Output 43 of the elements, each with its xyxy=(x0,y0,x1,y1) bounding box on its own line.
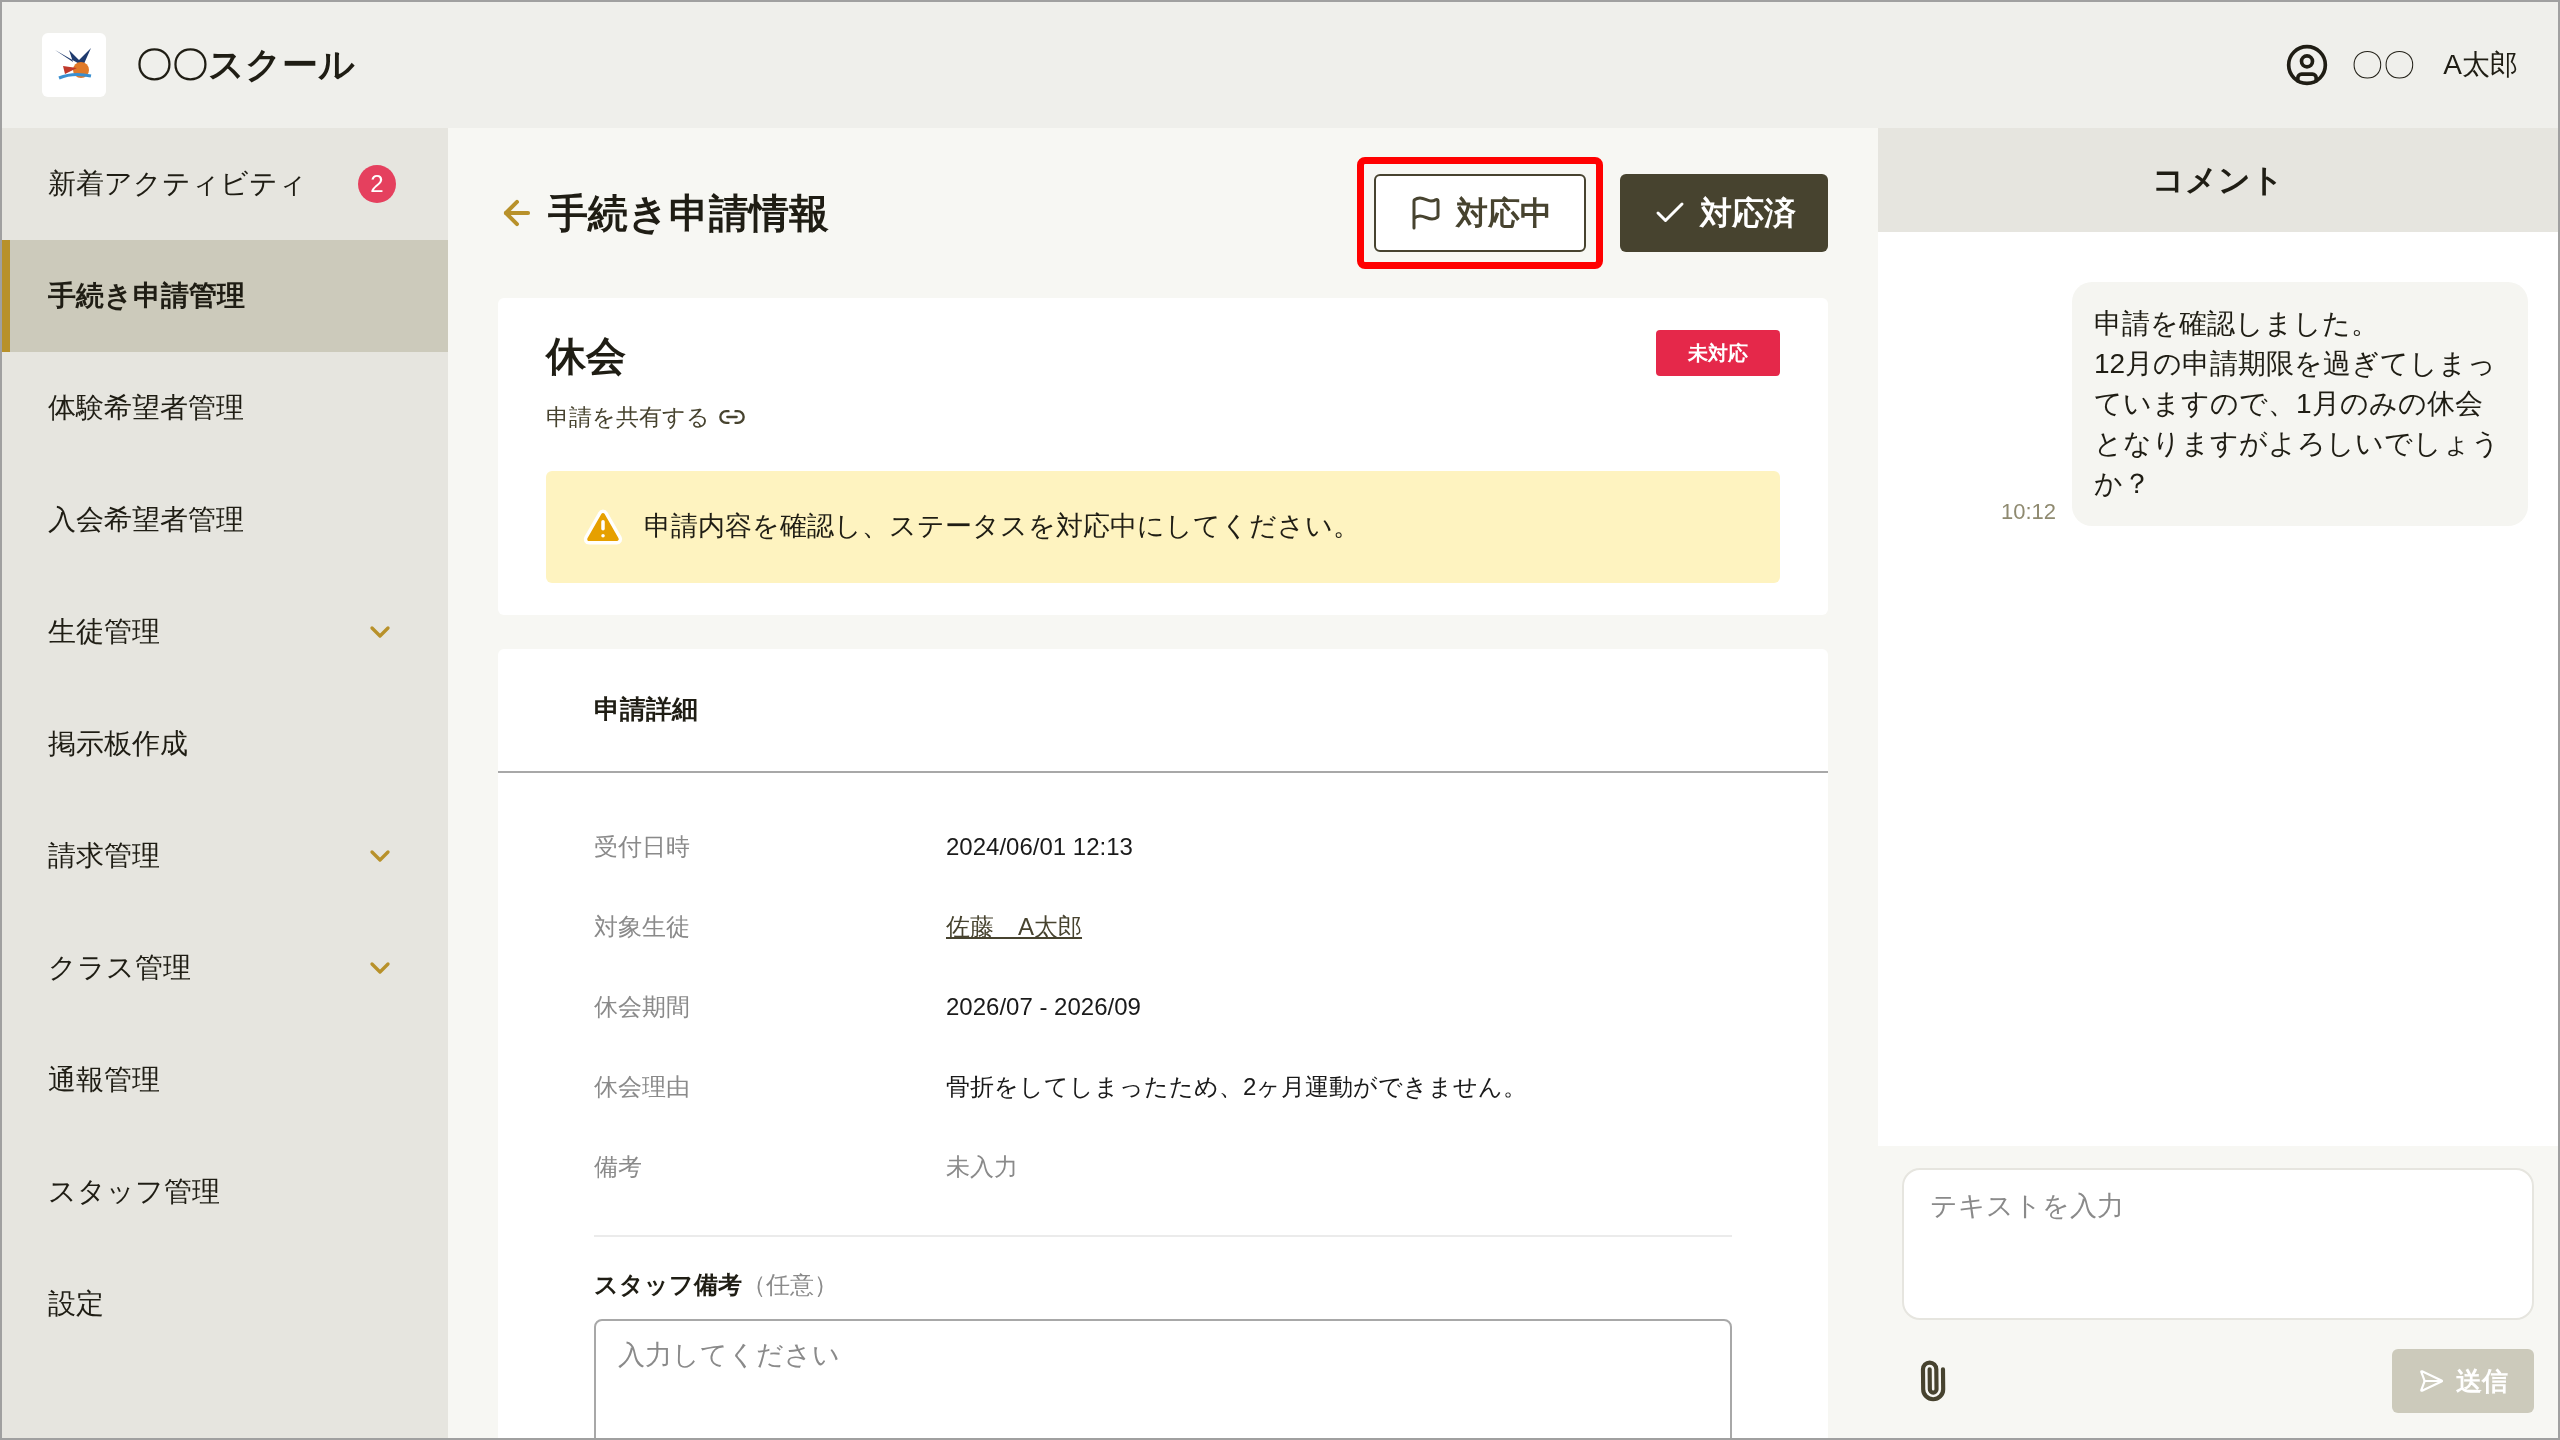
field-label: 休会期間 xyxy=(594,991,691,1022)
message-time: 10:12 xyxy=(2000,498,2056,526)
sidebar-item[interactable]: 入会希望者管理 xyxy=(2,464,448,576)
staff-note-label: スタッフ備考 xyxy=(594,1269,742,1300)
user-icon[interactable] xyxy=(2285,43,2330,87)
field-label: 備考 xyxy=(594,1151,643,1182)
field-label: 休会理由 xyxy=(594,1071,691,1102)
user-name: A太郎 xyxy=(2443,48,2518,82)
sidebar-item[interactable]: クラス管理 xyxy=(2,912,448,1024)
in-progress-button[interactable]: 対応中 xyxy=(1374,174,1586,252)
logo-icon xyxy=(42,33,106,97)
field-label: 対象生徒 xyxy=(594,911,691,942)
status-tag: 未対応 xyxy=(1656,330,1780,376)
user-prefix: 〇〇 xyxy=(2351,46,2416,85)
share-link[interactable]: 申請を共有する xyxy=(546,400,746,435)
sidebar-item[interactable]: 設定 xyxy=(2,1248,448,1360)
field-label: 受付日時 xyxy=(594,831,691,862)
comment-field[interactable]: テキストを入力 xyxy=(1902,1168,2534,1320)
school-name: 〇〇スクール xyxy=(136,43,355,87)
field-value: 2026/07 - 2026/09 xyxy=(946,991,1141,1022)
send-icon xyxy=(2418,1368,2444,1394)
page-title: 手続き申請情報 xyxy=(548,190,829,237)
field-value: 2024/06/01 12:13 xyxy=(946,831,1133,862)
done-button[interactable]: 対応済 xyxy=(1620,174,1828,252)
sidebar-item[interactable]: 生徒管理 xyxy=(2,576,448,688)
field-value: 未入力 xyxy=(946,1151,1018,1182)
request-type: 休会 xyxy=(546,333,626,380)
section-title: 申請詳細 xyxy=(594,693,698,726)
sidebar-item[interactable]: 体験希望者管理 xyxy=(2,352,448,464)
comment-title: コメント xyxy=(2152,161,2284,200)
notification-badge: 2 xyxy=(358,165,396,203)
sidebar-item[interactable]: 掲示板作成 xyxy=(2,688,448,800)
staff-note-field[interactable]: 入力してください xyxy=(594,1318,1732,1438)
optional-hint: （任意） xyxy=(742,1269,838,1300)
student-link[interactable]: 佐藤 A太郎 xyxy=(946,908,1082,945)
sidebar-item[interactable]: 手続き申請管理 xyxy=(2,240,448,352)
sidebar-item[interactable]: 新着アクティビティ 2 xyxy=(2,128,448,240)
message-bubble: 申請を確認しました。 12月の申請期限を過ぎてしまっていますので、1月のみの休会となりますがよろしいでしょうか？ xyxy=(2072,282,2528,526)
sidebar-item[interactable]: 請求管理 xyxy=(2,800,448,912)
sidebar-item[interactable]: 通報管理 xyxy=(2,1024,448,1136)
sidebar-item[interactable]: スタッフ管理 xyxy=(2,1136,448,1248)
field-value: 骨折をしてしまったため、2ヶ月運動ができません。 xyxy=(946,1071,1528,1102)
alert-message: 申請内容を確認し、ステータスを対応中にしてください。 xyxy=(644,510,1360,544)
